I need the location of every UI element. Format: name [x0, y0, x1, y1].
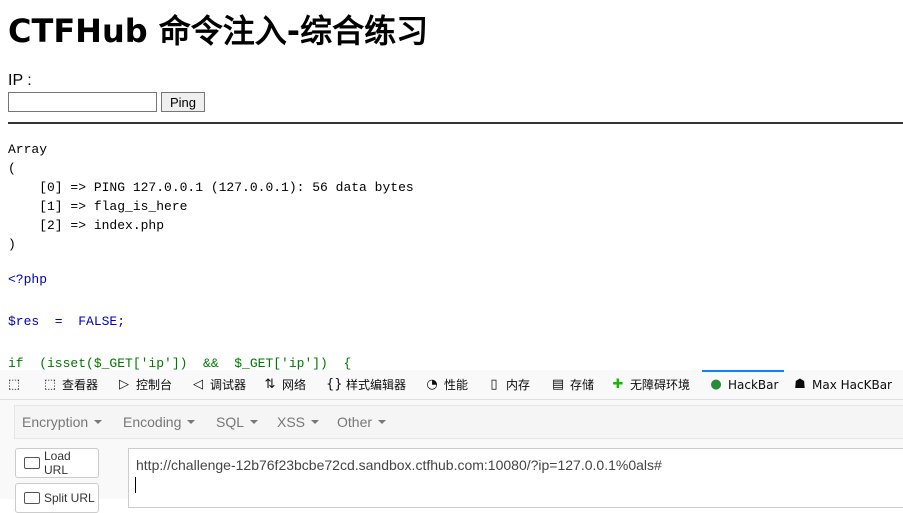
tab-label: 控制台 — [136, 378, 173, 392]
tab-label: 无障碍环境 — [630, 378, 691, 392]
tab-label: 查看器 — [62, 378, 99, 392]
menu-encoding[interactable]: Encoding — [123, 406, 196, 438]
url-textarea[interactable]: http://challenge-12b76f23bcbe72cd.sandbo… — [128, 448, 903, 508]
style-editor-icon: {} — [326, 377, 343, 392]
page-title: CTFHub 命令注入-综合练习 — [8, 12, 429, 50]
tab-label: HackBar — [728, 377, 779, 392]
menu-encryption[interactable]: Encryption — [22, 406, 103, 438]
load-url-button[interactable]: Load URL — [15, 448, 99, 478]
caret-down-icon — [378, 420, 387, 424]
tab-inspector[interactable]: ⬚ 查看器 — [42, 370, 98, 399]
split-url-icon — [24, 492, 40, 504]
picker-icon: ⬚ — [7, 377, 21, 392]
debugger-icon: ◁ — [193, 377, 203, 392]
tab-max-hackbar[interactable]: ☗ Max HacKBar — [792, 370, 892, 399]
tab-storage[interactable]: ▤ 存储 — [550, 370, 594, 399]
tab-debugger[interactable]: ◁ 调试器 — [190, 370, 246, 399]
ip-label: IP : — [8, 72, 32, 89]
text-cursor — [135, 477, 136, 493]
tab-label: 样式编辑器 — [346, 378, 407, 392]
tab-label: 调试器 — [210, 378, 247, 392]
tab-network[interactable]: ⇅ 网络 — [262, 370, 306, 399]
ping-button[interactable]: Ping — [161, 92, 205, 112]
tab-accessibility[interactable]: ✚ 无障碍环境 — [610, 370, 690, 399]
element-picker-button[interactable]: ⬚ — [6, 370, 26, 399]
tab-label: 存储 — [570, 378, 595, 392]
ip-input[interactable] — [8, 92, 157, 112]
devtools-tabbar: ⬚ ⬚ 查看器 ▷ 控制台 ◁ 调试器 ⇅ 网络 {} 样式编辑器 ◔ 性能 ▯ 内存 ▤ 存储… — [0, 370, 903, 400]
caret-down-icon — [187, 420, 196, 424]
performance-icon: ◔ — [426, 377, 438, 392]
menu-sql[interactable]: SQL — [216, 406, 259, 438]
source-code: <?php $res = FALSE; if (isset($_GET['ip'… — [8, 272, 351, 370]
menu-label: Other — [337, 414, 373, 430]
menu-other[interactable]: Other — [337, 406, 387, 438]
max-hackbar-icon: ☗ — [794, 377, 806, 392]
code-line: <?php — [8, 272, 48, 287]
tab-console[interactable]: ▷ 控制台 — [116, 370, 172, 399]
caret-down-icon — [311, 420, 320, 424]
storage-icon: ▤ — [551, 377, 565, 392]
menu-label: SQL — [216, 414, 245, 430]
split-url-button[interactable]: Split URL — [15, 483, 99, 513]
tab-performance[interactable]: ◔ 性能 — [424, 370, 468, 399]
load-url-icon — [24, 457, 40, 469]
hackbar-icon: ● — [710, 377, 722, 392]
web-page: CTFHub 命令注入-综合练习 IP : Ping Array ( [0] =… — [0, 0, 903, 370]
tab-hackbar[interactable]: ● HackBar — [701, 370, 785, 399]
menu-label: Encoding — [123, 414, 182, 430]
command-output: Array ( [0] => PING 127.0.0.1 (127.0.0.1… — [8, 142, 414, 252]
menu-xss[interactable]: XSS — [277, 406, 320, 438]
menu-label: XSS — [277, 414, 306, 430]
divider — [8, 122, 903, 124]
url-value: http://challenge-12b76f23bcbe72cd.sandbo… — [136, 457, 662, 473]
hackbar-menu: Encryption Encoding SQL XSS Other — [14, 405, 903, 439]
tab-memory[interactable]: ▯ 内存 — [486, 370, 530, 399]
network-icon: ⇅ — [264, 377, 276, 392]
split-url-label: Split URL — [44, 491, 95, 505]
menu-label: Encryption — [22, 414, 89, 430]
tab-label: 性能 — [444, 378, 469, 392]
caret-down-icon — [250, 420, 259, 424]
inspector-icon: ⬚ — [43, 377, 57, 392]
tab-style-editor[interactable]: {} 样式编辑器 — [326, 370, 406, 399]
tab-label: 内存 — [506, 378, 531, 392]
tab-label: 网络 — [282, 378, 307, 392]
code-line: if (isset($_GET['ip']) && $_GET['ip']) { — [8, 356, 352, 370]
caret-down-icon — [94, 420, 103, 424]
memory-icon: ▯ — [490, 377, 498, 392]
devtools-panel: ⬚ ⬚ 查看器 ▷ 控制台 ◁ 调试器 ⇅ 网络 {} 样式编辑器 ◔ 性能 ▯ 内存 ▤ 存储… — [0, 370, 903, 513]
tab-label: Max HacKBar — [812, 377, 892, 392]
accessibility-icon: ✚ — [612, 377, 624, 392]
load-url-label: Load URL — [43, 449, 71, 477]
console-icon: ▷ — [119, 377, 129, 392]
code-line: $res = FALSE; — [8, 314, 126, 329]
